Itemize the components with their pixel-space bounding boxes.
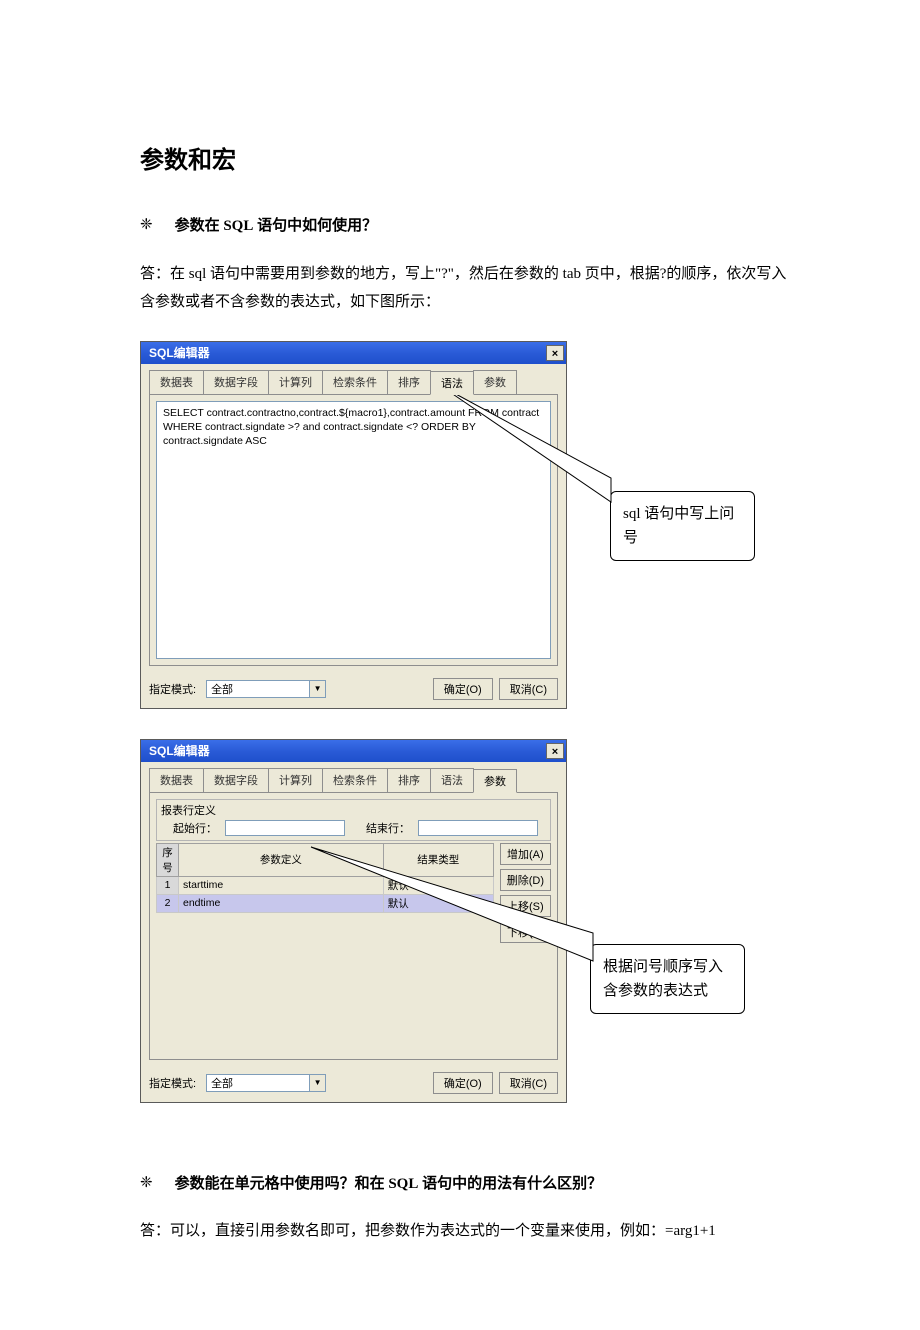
mode-value: 全部: [211, 1075, 233, 1091]
titlebar: SQL编辑器 ×: [141, 342, 566, 364]
row2-n: 2: [157, 894, 179, 912]
bullet-icon: ❈: [140, 1173, 153, 1192]
callout-2: 根据问号顺序写入含参数的表达式: [590, 944, 745, 1014]
start-row-input[interactable]: [225, 820, 345, 836]
callout-1-text: sql 语句中写上问号: [623, 506, 734, 546]
answer-2: 答：可以，直接引用参数名即可，把参数作为表达式的一个变量来使用，例如：=arg1…: [140, 1217, 790, 1246]
mode-combo[interactable]: 全部 ▼: [206, 680, 326, 698]
row1-n: 1: [157, 876, 179, 894]
row-definition: 报表行定义 起始行： 结束行：: [156, 799, 551, 841]
q1-mid: SQL: [223, 218, 253, 234]
q2-pre: 参数能在单元格中使用吗？和在: [175, 1176, 389, 1192]
tab-datafield[interactable]: 数据字段: [203, 768, 269, 792]
callout-1: sql 语句中写上问号: [610, 491, 755, 561]
col-seq: 序号: [157, 843, 179, 876]
dialog-title: SQL编辑器: [149, 742, 210, 759]
start-row-label: 起始行：: [173, 820, 217, 836]
ok-button[interactable]: 确定(O): [433, 1072, 493, 1094]
q1-post: 语句中如何使用？: [253, 218, 377, 234]
tab-criteria[interactable]: 检索条件: [322, 370, 388, 394]
tab-datatable[interactable]: 数据表: [149, 370, 204, 394]
tab-syntax[interactable]: 语法: [430, 371, 474, 395]
dialog-title: SQL编辑器: [149, 344, 210, 361]
mode-value: 全部: [211, 681, 233, 697]
q2-mid: SQL: [388, 1176, 418, 1192]
titlebar: SQL编辑器 ×: [141, 740, 566, 762]
tab-syntax[interactable]: 语法: [430, 768, 474, 792]
answer-1: 答：在 sql 语句中需要用到参数的地方，写上"?"，然后在参数的 tab 页中…: [140, 260, 790, 317]
tab-calccol[interactable]: 计算列: [268, 768, 323, 792]
tab-sort[interactable]: 排序: [387, 370, 431, 394]
close-icon[interactable]: ×: [546, 345, 564, 361]
tab-params[interactable]: 参数: [473, 769, 517, 793]
mode-label: 指定模式:: [149, 681, 196, 697]
end-row-label: 结束行：: [366, 820, 410, 836]
tab-datatable[interactable]: 数据表: [149, 768, 204, 792]
cancel-button[interactable]: 取消(C): [499, 678, 558, 700]
tab-calccol[interactable]: 计算列: [268, 370, 323, 394]
callout-2-text: 根据问号顺序写入含参数的表达式: [603, 959, 723, 999]
ok-button[interactable]: 确定(O): [433, 678, 493, 700]
end-row-input[interactable]: [418, 820, 538, 836]
tab-sort[interactable]: 排序: [387, 768, 431, 792]
page-title: 参数和宏: [140, 140, 790, 175]
chevron-down-icon: ▼: [309, 1075, 325, 1091]
chevron-down-icon: ▼: [309, 681, 325, 697]
bullet-icon: ❈: [140, 215, 153, 234]
tabs: 数据表 数据字段 计算列 检索条件 排序 语法 参数: [141, 762, 566, 792]
q2-post: 语句中的用法有什么区别？: [418, 1176, 602, 1192]
question-1: ❈ 参数在 SQL 语句中如何使用？: [140, 215, 790, 238]
close-icon[interactable]: ×: [546, 743, 564, 759]
rowdef-title: 报表行定义: [161, 802, 546, 818]
question-2: ❈ 参数能在单元格中使用吗？和在 SQL 语句中的用法有什么区别？: [140, 1173, 790, 1196]
tab-datafield[interactable]: 数据字段: [203, 370, 269, 394]
q1-pre: 参数在: [175, 218, 224, 234]
mode-label: 指定模式:: [149, 1075, 196, 1091]
tab-criteria[interactable]: 检索条件: [322, 768, 388, 792]
cancel-button[interactable]: 取消(C): [499, 1072, 558, 1094]
mode-combo[interactable]: 全部 ▼: [206, 1074, 326, 1092]
